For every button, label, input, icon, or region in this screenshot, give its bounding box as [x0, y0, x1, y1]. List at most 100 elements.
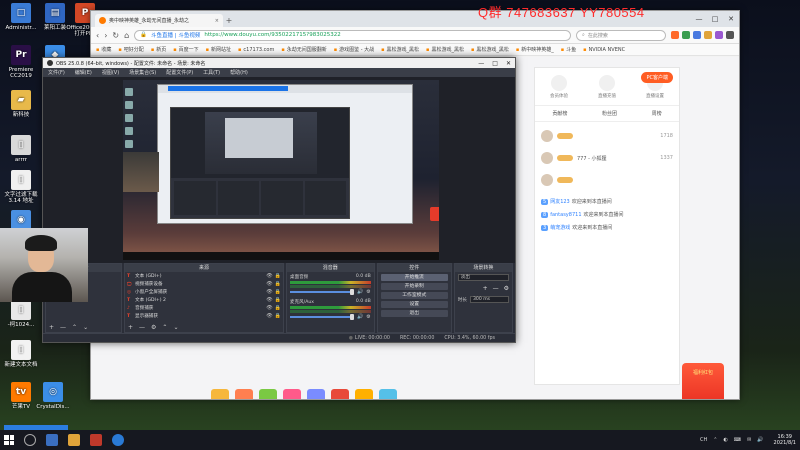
gift-icon[interactable] — [355, 389, 373, 399]
gear-icon[interactable]: ⚙ — [366, 314, 370, 320]
obs-menu-item[interactable]: 工具(T) — [203, 69, 220, 76]
maximize-icon[interactable]: □ — [492, 60, 498, 67]
gear-icon[interactable]: ⚙ — [504, 285, 509, 292]
close-tab-icon[interactable]: × — [215, 18, 219, 24]
lock-icon[interactable]: 🔒 — [275, 297, 281, 303]
control-button[interactable]: 开始推流 — [380, 274, 448, 281]
control-button[interactable]: 工作室模式 — [380, 292, 448, 299]
add-icon[interactable]: + — [483, 285, 488, 292]
app-icon[interactable] — [90, 434, 102, 446]
gift-icon[interactable] — [307, 389, 325, 399]
source-item[interactable]: T 文本 (GDI+) 2 👁 🔒 — [125, 296, 283, 304]
extension-icon[interactable] — [704, 31, 712, 39]
gift-icon[interactable] — [331, 389, 349, 399]
obs-menu-item[interactable]: 配置文件(P) — [166, 69, 193, 76]
rank-row[interactable]: 777 - 小狐狸 1337 — [541, 147, 673, 169]
minimize-icon[interactable]: — — [691, 11, 707, 27]
rank-row[interactable]: 1718 — [541, 125, 673, 147]
desktop-shortcut[interactable]: ◎ CrystalDis... — [34, 382, 72, 410]
volume-slider[interactable] — [289, 314, 355, 320]
speaker-icon[interactable]: 🔊 — [357, 289, 363, 295]
chat-username[interactable]: 网友123 — [550, 199, 570, 205]
lock-icon[interactable]: 🔒 — [275, 305, 281, 311]
tab-contribution[interactable]: 贡献榜 — [552, 110, 567, 117]
move-up-icon[interactable]: ⌃ — [162, 324, 167, 331]
desktop-shortcut[interactable]: Pr Premiere CC2019 — [2, 45, 40, 80]
reload-icon[interactable]: ↻ — [112, 31, 119, 40]
obs-menu-item[interactable]: 场景集合(S) — [129, 69, 156, 76]
source-item[interactable]: T 显示器捕获 👁 🔒 — [125, 312, 283, 320]
search-icon[interactable] — [24, 434, 36, 446]
extension-icon[interactable] — [682, 31, 690, 39]
tray-icon[interactable]: 🔊 — [757, 437, 763, 443]
gear-icon[interactable]: ⚙ — [151, 324, 156, 331]
taskview-icon[interactable] — [46, 434, 58, 446]
taskbar-clock[interactable]: 16:39 2021/8/1 — [774, 434, 796, 446]
extension-icon[interactable] — [671, 31, 679, 39]
tray-icon[interactable]: CH — [700, 437, 707, 443]
bookmark-item[interactable]: 黑松游戏_黑松 — [381, 46, 420, 53]
eye-icon[interactable]: 👁 — [266, 289, 272, 295]
chat-username[interactable]: 萌宠游戏 — [550, 225, 570, 231]
browser-tab-active[interactable]: 奥中映神英雄_永劫无间直播_永劫之 × — [95, 14, 223, 27]
address-bar[interactable]: 🔒 斗鱼直播 | 斗鱼视频 https://www.douyu.com/9350… — [134, 29, 571, 41]
tray-icon[interactable]: ◐ — [724, 437, 728, 443]
obs-preview[interactable] — [123, 80, 439, 260]
browser-icon[interactable] — [112, 434, 124, 446]
tray-icon[interactable]: ✉ — [747, 437, 751, 443]
forward-icon[interactable]: › — [104, 31, 107, 40]
obs-menu-item[interactable]: 帮助(H) — [230, 69, 248, 76]
tab-fans[interactable]: 粉丝团 — [602, 110, 617, 117]
chat-username[interactable]: fantasy8711 — [550, 212, 581, 218]
close-window-icon[interactable]: ✕ — [723, 11, 739, 27]
bookmark-item[interactable]: 新网站址 — [206, 46, 231, 53]
remove-icon[interactable]: — — [139, 324, 145, 331]
source-item[interactable]: 🖵 视频捕获设备 👁 🔒 — [125, 280, 283, 288]
new-tab-button[interactable]: + — [223, 15, 235, 27]
gift-icon[interactable] — [283, 389, 301, 399]
gift-icon[interactable] — [211, 389, 229, 399]
lock-icon[interactable]: 🔒 — [275, 313, 281, 319]
eye-icon[interactable]: 👁 — [266, 297, 272, 303]
bookmark-item[interactable]: 永劫无间国服翻新 — [281, 46, 327, 53]
desktop-shortcut[interactable]: ▯ arrrr — [2, 135, 40, 163]
add-icon[interactable]: + — [49, 324, 54, 331]
browser-search-input[interactable]: ⌕ 在此搜索 — [576, 29, 666, 41]
remove-icon[interactable]: — — [60, 324, 66, 331]
douyu-action-recharge[interactable]: 直播充值 — [598, 74, 616, 99]
move-down-icon[interactable]: ⌄ — [173, 324, 178, 331]
gift-icon[interactable] — [259, 389, 277, 399]
eye-icon[interactable]: 👁 — [266, 313, 272, 319]
bookmark-item[interactable]: 吧好分配 — [118, 46, 144, 53]
extension-icon[interactable] — [715, 31, 723, 39]
speaker-icon[interactable]: 🔊 — [357, 314, 363, 320]
maximize-icon[interactable]: □ — [707, 11, 723, 27]
pc-client-button[interactable]: PC客户端 — [641, 72, 673, 83]
eye-icon[interactable]: 👁 — [266, 273, 272, 279]
add-icon[interactable]: + — [128, 324, 133, 331]
bookmark-item[interactable]: 百度一下 — [173, 46, 199, 53]
close-window-icon[interactable]: ✕ — [506, 60, 511, 67]
gift-icon[interactable] — [379, 389, 397, 399]
obs-menu-item[interactable]: 编辑(E) — [75, 69, 92, 76]
move-down-icon[interactable]: ⌄ — [83, 324, 88, 331]
obs-menu-item[interactable]: 文件(F) — [48, 69, 65, 76]
desktop-shortcut[interactable]: ▯ -柯1024... — [2, 300, 40, 328]
control-button[interactable]: 退出 — [380, 310, 448, 317]
tray-icon[interactable]: ⌨ — [734, 437, 741, 443]
source-item[interactable]: ♪ 音频捕获 👁 🔒 — [125, 304, 283, 312]
bookmark-item[interactable]: 收藏 — [96, 46, 111, 53]
home-icon[interactable]: ⌂ — [124, 31, 129, 40]
volume-slider[interactable] — [289, 289, 355, 295]
gift-icon[interactable] — [235, 389, 253, 399]
obs-menu-item[interactable]: 视图(V) — [102, 69, 119, 76]
eye-icon[interactable]: 👁 — [266, 305, 272, 311]
transition-type-select[interactable]: 淡出 — [457, 274, 509, 281]
file-explorer-icon[interactable] — [68, 434, 80, 446]
tray-icon[interactable]: ⌃ — [713, 437, 717, 443]
lock-icon[interactable]: 🔒 — [275, 281, 281, 287]
rank-row[interactable] — [541, 169, 673, 191]
minimize-icon[interactable]: — — [478, 60, 484, 67]
back-icon[interactable]: ‹ — [96, 31, 99, 40]
move-up-icon[interactable]: ⌃ — [72, 324, 77, 331]
